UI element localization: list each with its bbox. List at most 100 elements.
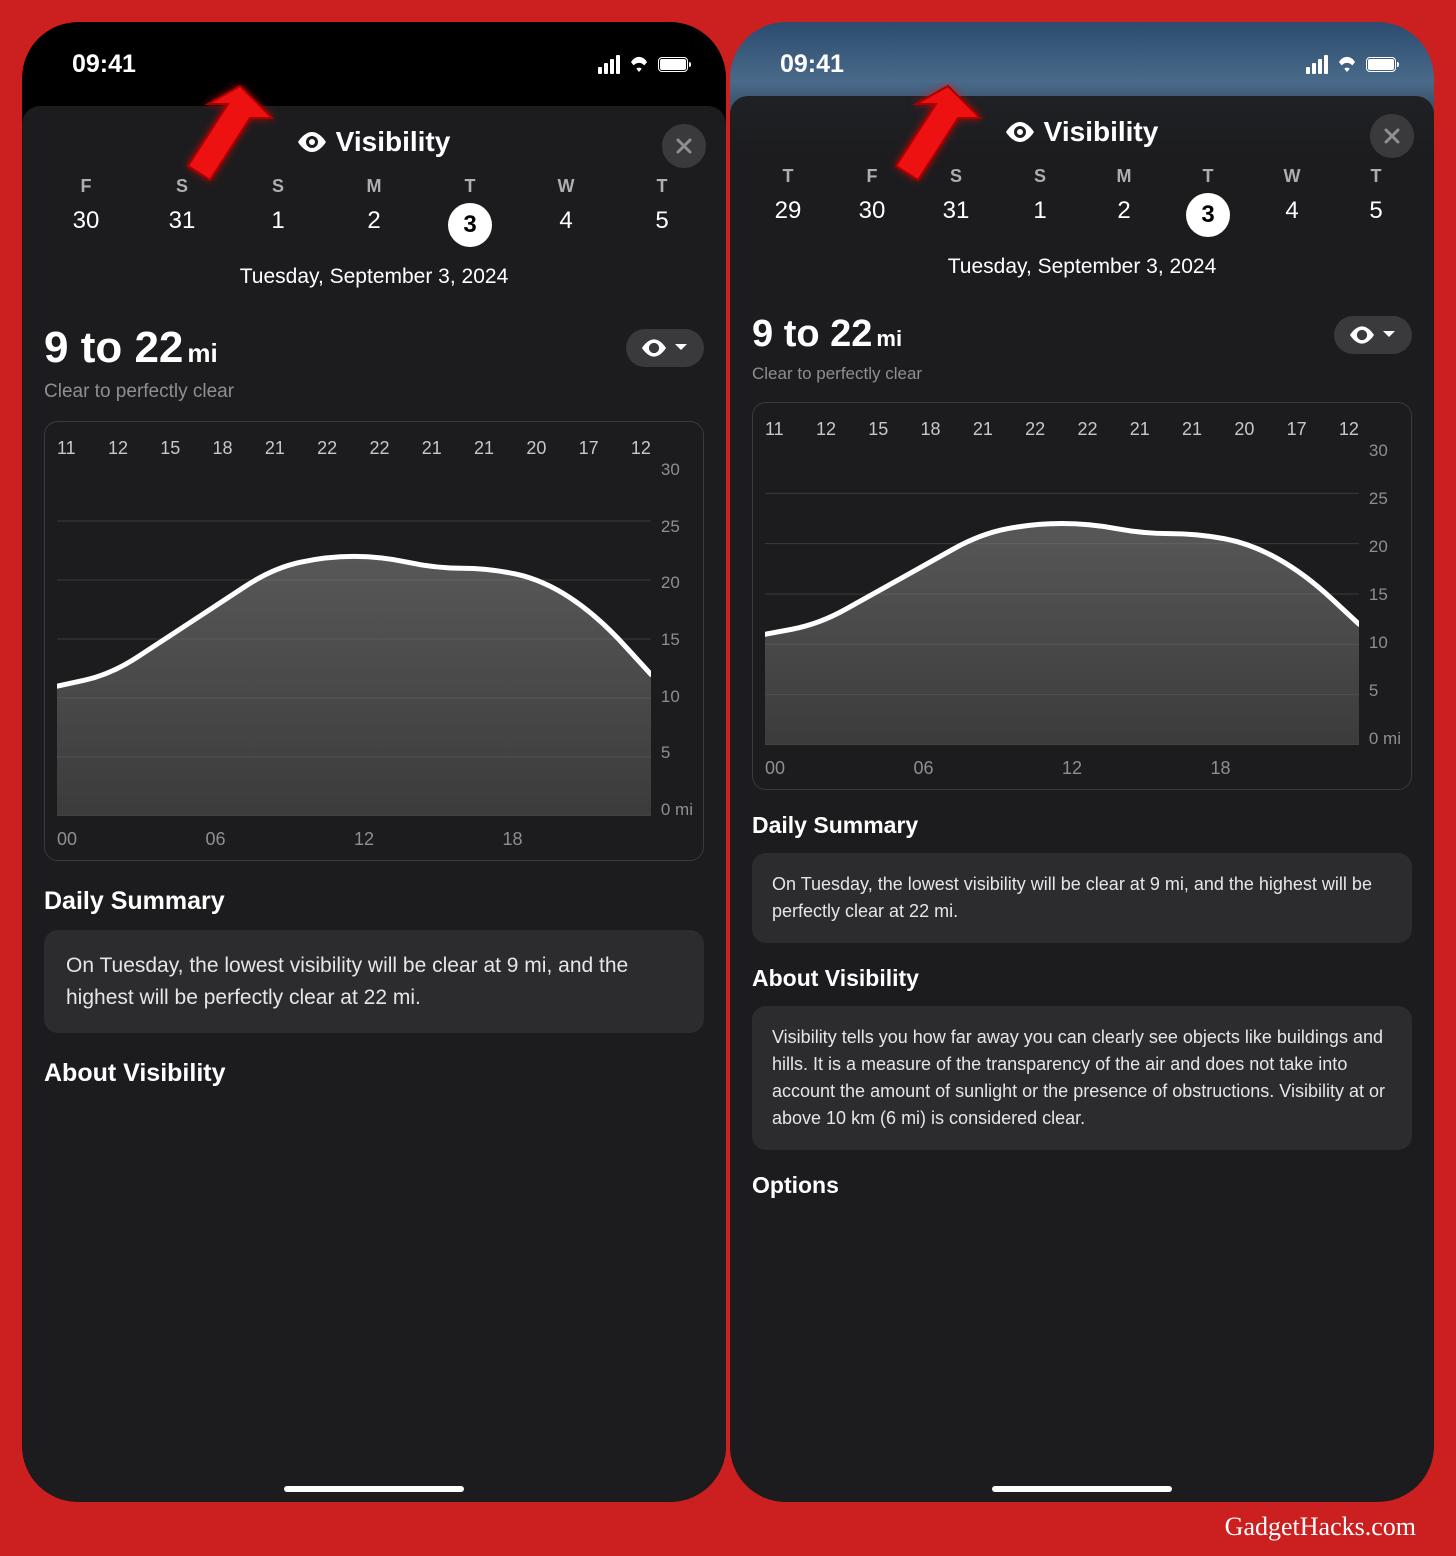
- day-abbr: S: [134, 176, 230, 197]
- day-abbr: F: [38, 176, 134, 197]
- sheet-title: Visibility: [1006, 116, 1159, 148]
- day-column[interactable]: S1: [230, 176, 326, 247]
- day-number: 3: [448, 203, 492, 247]
- day-abbr: T: [1166, 166, 1250, 187]
- days-row-right: T29F30S31S1M2T3W4T5: [730, 160, 1434, 241]
- phone-right: 09:41 Visibility T29F30S31S1M2T3W4T5 T: [730, 22, 1434, 1502]
- day-number: 4: [1250, 197, 1334, 225]
- visibility-sheet: Visibility T29F30S31S1M2T3W4T5 Tuesday, …: [730, 96, 1434, 1502]
- about-title: About Visibility: [44, 1059, 704, 1088]
- day-column[interactable]: W4: [1250, 166, 1334, 237]
- options-title: Options: [752, 1172, 1412, 1199]
- day-abbr: M: [1082, 166, 1166, 187]
- day-column[interactable]: T3: [422, 176, 518, 247]
- close-icon: [674, 136, 694, 156]
- day-abbr: W: [1250, 166, 1334, 187]
- day-column[interactable]: T3: [1166, 166, 1250, 237]
- sheet-title: Visibility: [298, 126, 451, 158]
- home-indicator[interactable]: [284, 1486, 464, 1492]
- visibility-sheet: Visibility F30S31S1M2T3W4T5 Tuesday, Sep…: [22, 106, 726, 1502]
- day-abbr: S: [998, 166, 1082, 187]
- day-abbr: S: [230, 176, 326, 197]
- day-column[interactable]: M2: [326, 176, 422, 247]
- close-icon: [1382, 126, 1402, 146]
- eye-icon: [298, 132, 326, 152]
- day-column[interactable]: S1: [998, 166, 1082, 237]
- phone-left: 09:41 Visibility F30S31S1M2T3W4T5 Tues: [22, 22, 726, 1502]
- chart-x-axis-left: 00061218: [57, 829, 651, 850]
- day-column[interactable]: M2: [1082, 166, 1166, 237]
- days-row-left: F30S31S1M2T3W4T5: [22, 170, 726, 251]
- day-column[interactable]: T5: [614, 176, 710, 247]
- day-number: 3: [1186, 193, 1230, 237]
- visibility-description: Clear to perfectly clear: [44, 381, 704, 403]
- visibility-range: 9 to 22mi: [44, 323, 218, 373]
- day-number: 2: [326, 207, 422, 235]
- status-icons: [598, 55, 688, 74]
- visibility-range: 9 to 22mi: [752, 313, 902, 356]
- day-number: 31: [134, 207, 230, 235]
- visibility-chart[interactable]: 111215182122222121201712 302520151050 mi…: [44, 421, 704, 861]
- wifi-icon: [628, 56, 650, 72]
- day-column[interactable]: S 31: [134, 176, 230, 247]
- close-button[interactable]: [1370, 114, 1414, 158]
- chart-plot-right: [765, 443, 1359, 745]
- day-number: 4: [518, 207, 614, 235]
- full-date: Tuesday, September 3, 2024: [22, 251, 726, 307]
- daily-summary-title: Daily Summary: [752, 812, 1412, 839]
- status-bar: 09:41: [22, 22, 726, 96]
- daily-summary-card: On Tuesday, the lowest visibility will b…: [44, 930, 704, 1033]
- chevron-down-icon: [674, 343, 688, 353]
- metric-dropdown[interactable]: [1334, 316, 1412, 354]
- cellular-icon: [1306, 55, 1328, 74]
- day-number: 5: [614, 207, 710, 235]
- cellular-icon: [598, 55, 620, 74]
- chart-y-axis-left: 302520151050 mi: [661, 460, 693, 820]
- daily-summary-title: Daily Summary: [44, 887, 704, 916]
- eye-icon: [1350, 326, 1374, 344]
- eye-icon: [1006, 122, 1034, 142]
- about-title: About Visibility: [752, 965, 1412, 992]
- day-number: 2: [1082, 197, 1166, 225]
- status-time: 09:41: [780, 50, 844, 79]
- day-abbr: T: [614, 176, 710, 197]
- close-button[interactable]: [662, 124, 706, 168]
- home-indicator[interactable]: [992, 1486, 1172, 1492]
- day-abbr: T: [1334, 166, 1418, 187]
- day-abbr: S: [914, 166, 998, 187]
- day-column[interactable]: T5: [1334, 166, 1418, 237]
- eye-icon: [642, 339, 666, 357]
- day-abbr: M: [326, 176, 422, 197]
- watermark: GadgetHacks.com: [1225, 1512, 1416, 1542]
- day-number: 30: [830, 197, 914, 225]
- battery-icon: [658, 57, 688, 72]
- day-number: 29: [746, 197, 830, 225]
- day-column[interactable]: S 31: [914, 166, 998, 237]
- status-time: 09:41: [72, 50, 136, 79]
- daily-summary-card: On Tuesday, the lowest visibility will b…: [752, 853, 1412, 943]
- day-column[interactable]: T 29: [746, 166, 830, 237]
- day-abbr: F: [830, 166, 914, 187]
- chart-x-axis-right: 00061218: [765, 758, 1359, 779]
- visibility-description: Clear to perfectly clear: [752, 364, 1412, 384]
- full-date: Tuesday, September 3, 2024: [730, 241, 1434, 297]
- day-column[interactable]: F30: [38, 176, 134, 247]
- status-icons: [1306, 55, 1396, 74]
- day-number: 1: [998, 197, 1082, 225]
- wifi-icon: [1336, 56, 1358, 72]
- chart-plot-left: [57, 462, 651, 816]
- status-bar: 09:41: [730, 22, 1434, 96]
- chart-y-axis-right: 302520151050 mi: [1369, 441, 1401, 749]
- day-abbr: W: [518, 176, 614, 197]
- day-number: 31: [914, 197, 998, 225]
- day-abbr: T: [746, 166, 830, 187]
- day-number: 1: [230, 207, 326, 235]
- day-column[interactable]: F 30: [830, 166, 914, 237]
- battery-icon: [1366, 57, 1396, 72]
- visibility-chart[interactable]: 111215182122222121201712 302520151050 mi…: [752, 402, 1412, 790]
- day-abbr: T: [422, 176, 518, 197]
- about-card: Visibility tells you how far away you ca…: [752, 1006, 1412, 1150]
- metric-dropdown[interactable]: [626, 329, 704, 367]
- day-column[interactable]: W4: [518, 176, 614, 247]
- day-number: 5: [1334, 197, 1418, 225]
